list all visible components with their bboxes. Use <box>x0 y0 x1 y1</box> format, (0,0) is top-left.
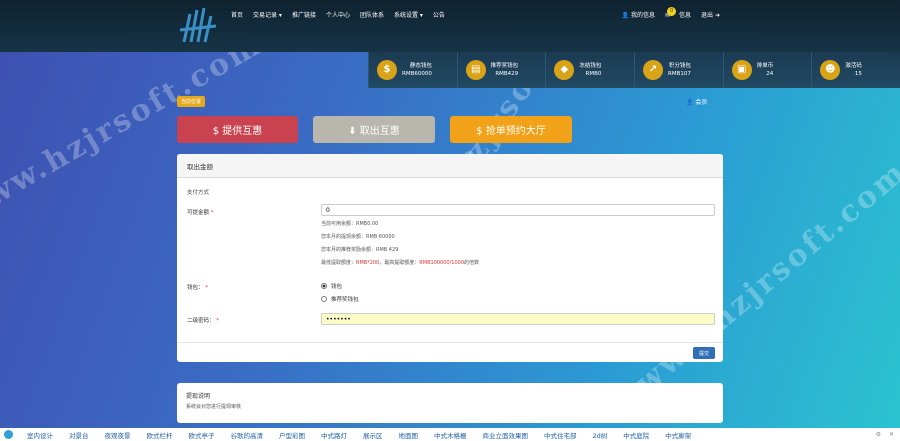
messages-link[interactable]: ✉0信息 <box>665 7 692 21</box>
growth-chart-icon: ↗ <box>643 60 664 80</box>
cash-stack-icon: ▣ <box>731 60 752 80</box>
hint-available: 当前可用余额：RMB0.00 <box>321 221 379 227</box>
nav-profile[interactable]: 个人中心 <box>321 10 355 19</box>
breadcrumb: 当前位置 <box>177 96 206 107</box>
coins-icon: ◆ <box>554 60 575 80</box>
stat-label: 排单币 <box>756 63 774 69</box>
section-title: 支付方式 <box>187 190 210 196</box>
bottom-link[interactable]: 地面图 <box>391 430 427 440</box>
stat-static-wallet: $ 静态钱包 RMB60000 <box>368 52 457 88</box>
radio-unchecked-icon <box>321 296 327 302</box>
stat-activation-code: ☻ 激活码 15 <box>811 52 900 88</box>
bottom-link[interactable]: 中式木格栅 <box>426 430 475 440</box>
bottom-link[interactable]: 户型彩图 <box>271 430 313 440</box>
withdraw-panel: 取出金额 支付方式 可提金额 * 当前可用余额：RMB0.00 您本月的提现余额… <box>177 154 723 362</box>
provide-help-button[interactable]: $ 提供互惠 <box>177 116 298 143</box>
amount-input[interactable] <box>321 204 715 216</box>
bottom-link[interactable]: 中式路灯 <box>313 430 355 440</box>
my-info-link[interactable]: 👤 我的信息 <box>622 10 655 21</box>
bottom-link[interactable]: 中式廊架 <box>657 430 699 440</box>
user-mini: 👤 会员 <box>686 99 708 106</box>
stat-referral-wallet: ▤ 推荐奖钱包 RMB429 <box>456 52 546 88</box>
main-nav: 首页 交易记录 ▾ 推广链接 个人中心 团队体系 系统设置 ▾ 公告 <box>226 10 450 19</box>
stat-value: 24 <box>766 71 774 77</box>
nav-promo-link[interactable]: 推广链接 <box>287 10 321 19</box>
stat-value: RMB0 <box>585 71 602 77</box>
stat-frozen-wallet: ◆ 冻结钱包 RMB0 <box>545 52 634 88</box>
nav-team[interactable]: 团队体系 <box>355 10 389 19</box>
bottom-link[interactable]: 欧式栏杆 <box>139 430 181 440</box>
radio-checked-icon <box>321 283 327 289</box>
submit-button[interactable]: 提交 <box>693 347 715 359</box>
stat-label: 激活码 <box>845 63 862 69</box>
stat-label: 推荐奖钱包 <box>490 63 519 69</box>
hint-limits: 最低提取额度：RMB*200，最高提取额度：RMB100000/1000的倍数 <box>321 260 480 266</box>
close-icon[interactable]: ✕ <box>889 431 894 438</box>
site-icon <box>4 430 13 439</box>
stat-queue-coin: ▣ 排单币 24 <box>722 52 812 88</box>
messages-label: 信息 <box>679 12 692 19</box>
withdraw-notice-panel: 提现说明 系统会对您进行提现审核 <box>177 383 723 423</box>
password-input[interactable] <box>321 313 715 325</box>
amount-label: 可提金额 * <box>187 210 214 216</box>
order-hall-button[interactable]: $ 抢单预约大厅 <box>450 116 572 143</box>
money-bag-icon: $ <box>377 60 397 80</box>
message-count-badge: 0 <box>667 7 677 16</box>
stat-value: RMB429 <box>495 71 519 77</box>
stat-label: 积分钱包 <box>668 63 691 69</box>
bottom-link[interactable]: 中式庭院 <box>615 430 657 440</box>
wallet-label: 钱包： * <box>187 285 209 291</box>
notice-title: 提现说明 <box>186 393 211 400</box>
bank-icon: ▤ <box>465 60 486 80</box>
nav-settings[interactable]: 系统设置 ▾ <box>389 10 428 19</box>
wallet-radio-main[interactable]: 钱包 <box>321 282 342 290</box>
bottom-link[interactable]: 2d树 <box>585 430 616 440</box>
nav-home[interactable]: 首页 <box>226 10 248 19</box>
stat-points-wallet: ↗ 积分钱包 RMB107 <box>634 52 723 88</box>
password-label: 二级密码： * <box>187 318 220 324</box>
stat-value: 15 <box>854 71 862 77</box>
bottom-link-bar: 室内设计 对景台 夜观夜景 欧式栏杆 欧式亭子 谷歌的高清 户型彩图 中式路灯 … <box>0 428 900 441</box>
nav-announcements[interactable]: 公告 <box>428 10 450 19</box>
smiley-icon: ☻ <box>820 60 841 80</box>
top-navbar: 首页 交易记录 ▾ 推广链接 个人中心 团队体系 系统设置 ▾ 公告 👤 我的信… <box>0 0 900 52</box>
bottom-link[interactable]: 夜观夜景 <box>97 430 139 440</box>
stat-value: RMB107 <box>668 71 691 77</box>
my-info-label: 我的信息 <box>630 12 655 19</box>
bottom-link[interactable]: 谷歌的高清 <box>223 430 272 440</box>
bottom-link[interactable]: 商业立面效果图 <box>475 430 537 440</box>
wallet-radio-referral[interactable]: 推荐奖钱包 <box>321 295 359 303</box>
logout-label: 退出 <box>701 12 714 19</box>
bottom-link[interactable]: 中式住宅部 <box>536 430 585 440</box>
logo-icon <box>179 7 217 43</box>
wallet-stats: $ 静态钱包 RMB60000 ▤ 推荐奖钱包 RMB429 ◆ 冻结钱包 RMB0 … <box>368 52 900 88</box>
bottom-link[interactable]: 展示区 <box>355 430 391 440</box>
panel-divider <box>177 342 723 343</box>
hint-monthly-referral: 您本月的推荐奖励余额：RMB 429 <box>321 247 399 253</box>
bottom-tools: ⚙ ✕ <box>876 431 900 438</box>
user-mini-label: 会员 <box>695 99 708 106</box>
nav-transactions[interactable]: 交易记录 ▾ <box>248 10 287 19</box>
stat-value: RMB60000 <box>402 71 432 77</box>
withdraw-help-button[interactable]: ⬇ 取出互惠 <box>313 116 435 143</box>
bottom-link[interactable]: 室内设计 <box>19 430 61 440</box>
stat-label: 静态钱包 <box>409 63 432 69</box>
logout-link[interactable]: 退出 ➜ <box>701 10 720 21</box>
settings-icon[interactable]: ⚙ <box>876 431 881 438</box>
bottom-link[interactable]: 欧式亭子 <box>181 430 223 440</box>
notice-text: 系统会对您进行提现审核 <box>186 404 242 410</box>
user-nav: 👤 我的信息 ✉0信息 退出 ➜ <box>622 7 720 21</box>
stat-label: 冻结钱包 <box>579 63 602 69</box>
hint-monthly-withdraw: 您本月的提现余额：RMB 60000 <box>321 234 395 240</box>
panel-title: 取出金额 <box>177 154 723 178</box>
bottom-link[interactable]: 对景台 <box>61 430 97 440</box>
